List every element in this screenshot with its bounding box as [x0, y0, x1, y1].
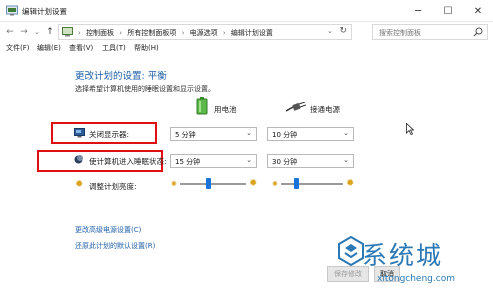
- menu-bar: 文件(F) 编辑(E) 查看(V) 工具(T) 帮助(H): [0, 42, 493, 55]
- page-title: 更改计划的设置: 平衡: [75, 71, 167, 82]
- menu-tools[interactable]: 工具(T): [102, 43, 126, 53]
- search-icon[interactable]: [473, 27, 483, 37]
- chevron-down-icon: ⌄: [246, 129, 252, 137]
- select-sleep-battery[interactable]: 15 分钟 ⌄: [170, 154, 257, 168]
- breadcrumb-item-edit-plan[interactable]: 编辑计划设置: [231, 29, 273, 37]
- back-arrow-icon: ←: [6, 27, 14, 37]
- brightness-high-icon: ✹: [249, 178, 258, 189]
- minimize-icon: ─: [414, 5, 422, 17]
- brightness-low-icon: ✺: [272, 180, 278, 188]
- menu-help[interactable]: 帮助(H): [134, 43, 159, 53]
- brightness-low-icon: ✺: [171, 180, 177, 188]
- watermark-url: xitongcheng.com: [377, 274, 455, 284]
- maximize-button[interactable]: ☐: [433, 0, 463, 22]
- watermark-brand: 系统城: [362, 241, 444, 270]
- breadcrumb-separator: ›: [181, 29, 185, 37]
- up-arrow-icon: ↑: [46, 27, 54, 37]
- setting-label-turn-off-display: 关闭显示器:: [89, 130, 130, 139]
- breadcrumb-item-all-items[interactable]: 所有控制面板项: [127, 29, 176, 37]
- select-display-battery[interactable]: 5 分钟 ⌄: [170, 127, 257, 141]
- breadcrumb: › 控制面板 › 所有控制面板项 › 电源选项 › 编辑计划设置: [75, 28, 273, 38]
- battery-icon: [196, 97, 208, 115]
- select-sleep-plugged[interactable]: 30 分钟 ⌄: [267, 154, 354, 168]
- power-options-icon: [6, 5, 18, 16]
- breadcrumb-separator: ›: [119, 29, 123, 37]
- close-icon: ✕: [473, 5, 483, 17]
- slider-thumb[interactable]: [294, 178, 299, 189]
- title-bar: 编辑计划设置 ─ ☐ ✕: [0, 0, 493, 22]
- breadcrumb-separator: ›: [222, 29, 226, 37]
- watermark-logo-icon: [338, 236, 364, 266]
- breadcrumb-item-control-panel[interactable]: 控制面板: [86, 29, 114, 37]
- up-button[interactable]: ↑: [44, 26, 56, 38]
- monitor-icon: [74, 128, 85, 138]
- brightness-slider-plugged[interactable]: [281, 177, 343, 191]
- breadcrumb-item-power-options[interactable]: 电源选项: [190, 29, 218, 37]
- column-header-battery: 用电池: [214, 105, 237, 114]
- setting-label-brightness: 调整计划亮度:: [89, 182, 137, 191]
- control-panel-icon: [62, 27, 73, 37]
- menu-edit[interactable]: 编辑(E): [37, 43, 61, 53]
- breadcrumb-separator: ›: [78, 29, 81, 37]
- select-value: 5 分钟: [175, 131, 196, 139]
- chevron-down-icon: ⌄: [34, 28, 40, 36]
- close-button[interactable]: ✕: [463, 0, 493, 22]
- chevron-down-icon: ⌄: [343, 156, 349, 164]
- setting-label-sleep: 使计算机进入睡眠状态:: [89, 157, 167, 166]
- power-plug-icon: [286, 102, 306, 112]
- refresh-icon[interactable]: ↻: [339, 26, 347, 36]
- recent-locations-button[interactable]: ⌄: [31, 26, 43, 38]
- brightness-slider-battery[interactable]: [180, 177, 246, 191]
- back-button[interactable]: ←: [4, 26, 16, 38]
- forward-button[interactable]: →: [18, 26, 30, 38]
- forward-arrow-icon: →: [20, 27, 28, 37]
- slider-thumb[interactable]: [206, 178, 211, 189]
- address-dropdown-icon[interactable]: ⌄: [327, 27, 333, 35]
- maximize-icon: ☐: [443, 5, 453, 17]
- slider-track: [281, 183, 343, 185]
- brightness-sun-icon: ✹: [75, 179, 84, 190]
- mouse-cursor-icon: [406, 123, 414, 135]
- select-display-plugged[interactable]: 10 分钟 ⌄: [267, 127, 354, 141]
- select-value: 10 分钟: [272, 131, 298, 139]
- menu-file[interactable]: 文件(F): [6, 43, 30, 53]
- page-description: 选择希望计算机使用的睡眠设置和显示设置。: [75, 85, 215, 93]
- minimize-button[interactable]: ─: [403, 0, 433, 22]
- link-advanced-power-settings[interactable]: 更改高级电源设置(C): [75, 225, 141, 235]
- window-title: 编辑计划设置: [22, 7, 67, 16]
- chevron-down-icon: ⌄: [343, 129, 349, 137]
- select-value: 15 分钟: [175, 158, 201, 166]
- menu-view[interactable]: 查看(V): [69, 43, 93, 53]
- chevron-down-icon: ⌄: [246, 156, 252, 164]
- column-header-plugged-in: 接通电源: [310, 105, 340, 114]
- sleep-moon-icon: [74, 155, 83, 164]
- link-restore-defaults[interactable]: 还原此计划的默认设置(R): [75, 241, 155, 251]
- search-placeholder: 搜索控制面板: [379, 29, 421, 37]
- select-value: 30 分钟: [272, 158, 298, 166]
- slider-track: [180, 183, 246, 185]
- address-bar-row: ← → ⌄ ↑ › 控制面板 › 所有控制面板项 › 电源选项 › 编辑计划设置…: [0, 22, 493, 42]
- address-field[interactable]: › 控制面板 › 所有控制面板项 › 电源选项 › 编辑计划设置 ⌄ ↻: [58, 24, 352, 40]
- search-field[interactable]: 搜索控制面板: [372, 24, 488, 40]
- brightness-high-icon: ✹: [346, 178, 355, 189]
